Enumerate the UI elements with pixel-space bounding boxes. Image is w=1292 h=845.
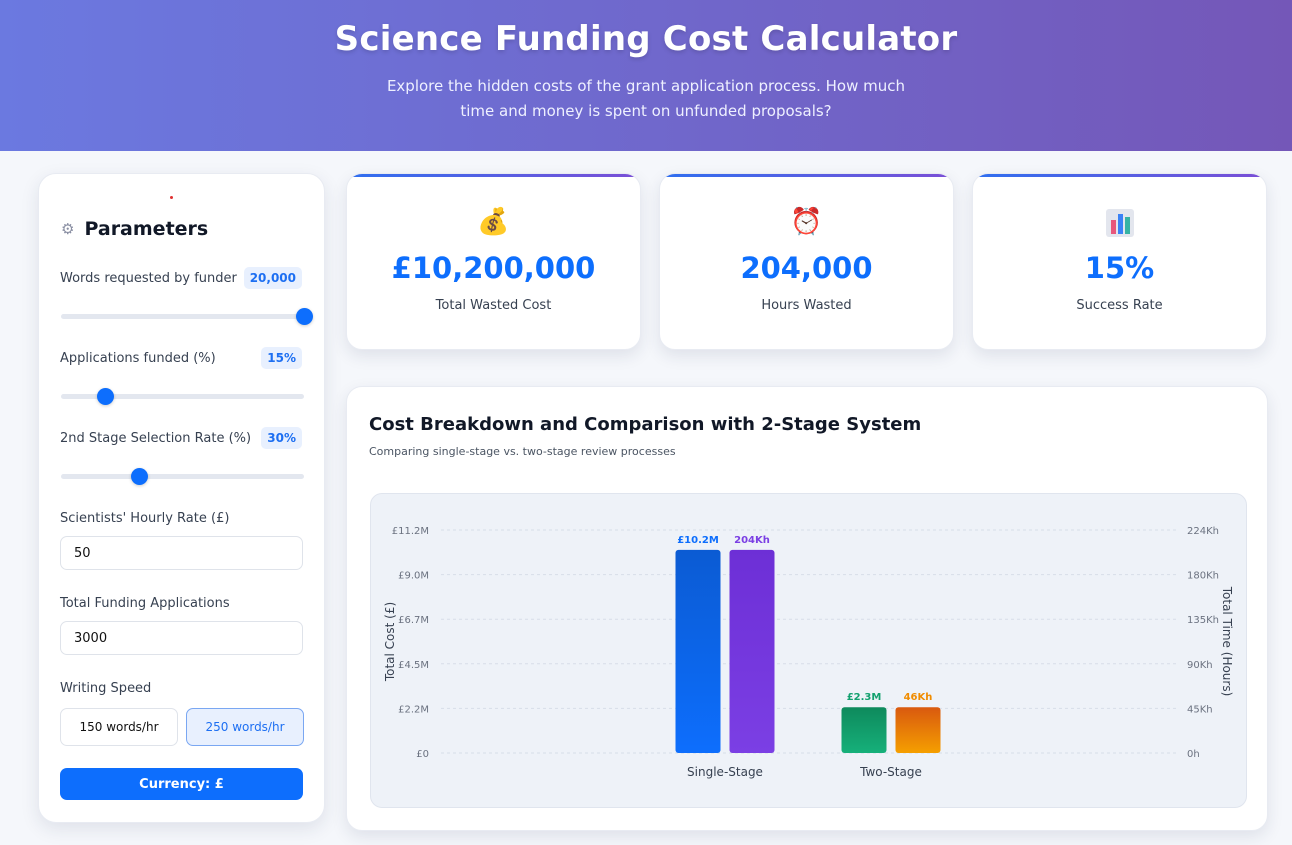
stat-card-cost: 💰 £10,200,000 Total Wasted Cost <box>346 173 641 350</box>
x-category-label: Single-Stage <box>687 765 763 779</box>
parameters-title: Parameters <box>84 218 209 240</box>
total-applications-label: Total Funding Applications <box>60 596 230 611</box>
y2-tick-label: 135Kh <box>1187 615 1219 626</box>
second-stage-label: 2nd Stage Selection Rate (%) <box>60 430 252 446</box>
stat-label: Success Rate <box>1076 298 1163 313</box>
y-tick-label: £0 <box>416 749 429 760</box>
money-bag-icon: 💰 <box>477 207 510 237</box>
x-category-label: Two-Stage <box>859 765 922 779</box>
second-stage-slider[interactable] <box>61 468 304 485</box>
words-slider-thumb[interactable] <box>296 308 313 325</box>
second-stage-param: 2nd Stage Selection Rate (%) 30% <box>60 427 302 449</box>
bar-single-stage-time <box>729 549 775 753</box>
words-param: Words requested by funder 20,000 <box>60 267 302 289</box>
page-subtitle: Explore the hidden costs of the grant ap… <box>386 77 906 120</box>
gear-icon: ⚙ <box>61 220 75 238</box>
chart-subtitle: Comparing single-stage vs. two-stage rev… <box>369 445 676 458</box>
chart-title: Cost Breakdown and Comparison with 2-Sta… <box>369 414 922 435</box>
stat-label: Total Wasted Cost <box>435 298 552 313</box>
words-slider[interactable] <box>61 308 313 325</box>
page-title: Science Funding Cost Calculator <box>334 19 958 59</box>
y2-tick-label: 180Kh <box>1187 571 1219 582</box>
currency-button[interactable]: Currency: £ <box>60 768 303 800</box>
y-tick-label: £11.2M <box>392 526 429 537</box>
stat-card-hours: ⏰ 204,000 Hours Wasted <box>659 173 954 350</box>
y2-tick-label: 90Kh <box>1187 660 1213 671</box>
words-value-badge: 20,000 <box>243 267 302 289</box>
bar-chart-icon <box>973 206 1266 238</box>
writing-speed-label: Writing Speed <box>60 681 152 696</box>
chart-card: Cost Breakdown and Comparison with 2-Sta… <box>346 386 1268 831</box>
bar-data-label: 204Kh <box>734 535 770 546</box>
y-tick-label: £4.5M <box>398 660 429 671</box>
parameters-panel: ⚙ Parameters Words requested by funder 2… <box>38 173 325 823</box>
hourly-rate-input[interactable] <box>60 536 303 570</box>
indicator-dot <box>170 196 173 199</box>
page-header: Science Funding Cost Calculator Explore … <box>0 0 1292 151</box>
funded-slider[interactable] <box>61 388 304 405</box>
bar-data-label: £2.3M <box>847 692 882 703</box>
bar-data-label: £10.2M <box>677 535 719 546</box>
bar-two-stage-cost <box>841 707 887 753</box>
parameters-heading: ⚙ Parameters <box>61 218 208 240</box>
funded-slider-thumb[interactable] <box>96 388 114 405</box>
y-tick-label: £2.2M <box>398 704 429 715</box>
bar-data-label: 46Kh <box>904 692 933 703</box>
second-stage-slider-thumb[interactable] <box>130 468 148 485</box>
stat-value: 15% <box>1084 251 1155 285</box>
funded-param: Applications funded (%) 15% <box>60 347 302 369</box>
stat-value: 204,000 <box>740 251 873 285</box>
y-tick-label: £6.7M <box>398 615 429 626</box>
stat-value: £10,200,000 <box>391 251 596 285</box>
hourly-rate-label: Scientists' Hourly Rate (£) <box>60 511 230 526</box>
y-tick-label: £9.0M <box>398 571 429 582</box>
second-stage-value-badge: 30% <box>261 427 302 449</box>
chart-area: £0 0h £2.2M 45Kh £4.5M 90Kh £6.7M 135Kh £9.0M 180… <box>370 493 1247 808</box>
y2-tick-label: 224Kh <box>1187 526 1219 537</box>
bar-single-stage-cost <box>675 549 721 753</box>
y2-axis-title: Total Time (Hours) <box>1220 586 1234 697</box>
stat-label: Hours Wasted <box>761 298 852 313</box>
funded-value-badge: 15% <box>261 347 302 369</box>
stat-card-success: 15% Success Rate <box>972 173 1267 350</box>
bar-two-stage-time <box>895 707 941 753</box>
total-applications-input[interactable] <box>60 621 303 655</box>
cost-comparison-chart: £0 0h £2.2M 45Kh £4.5M 90Kh £6.7M 135Kh £9.0M 180… <box>383 526 1234 779</box>
y2-tick-label: 0h <box>1187 749 1200 760</box>
funded-label: Applications funded (%) <box>60 350 216 366</box>
speed-150-button[interactable]: 150 words/hr <box>60 708 178 746</box>
alarm-clock-icon: ⏰ <box>790 207 823 237</box>
words-label: Words requested by funder <box>60 270 237 286</box>
speed-250-button[interactable]: 250 words/hr <box>186 708 304 746</box>
y-axis-title: Total Cost (£) <box>383 602 397 682</box>
y2-tick-label: 45Kh <box>1187 704 1213 715</box>
